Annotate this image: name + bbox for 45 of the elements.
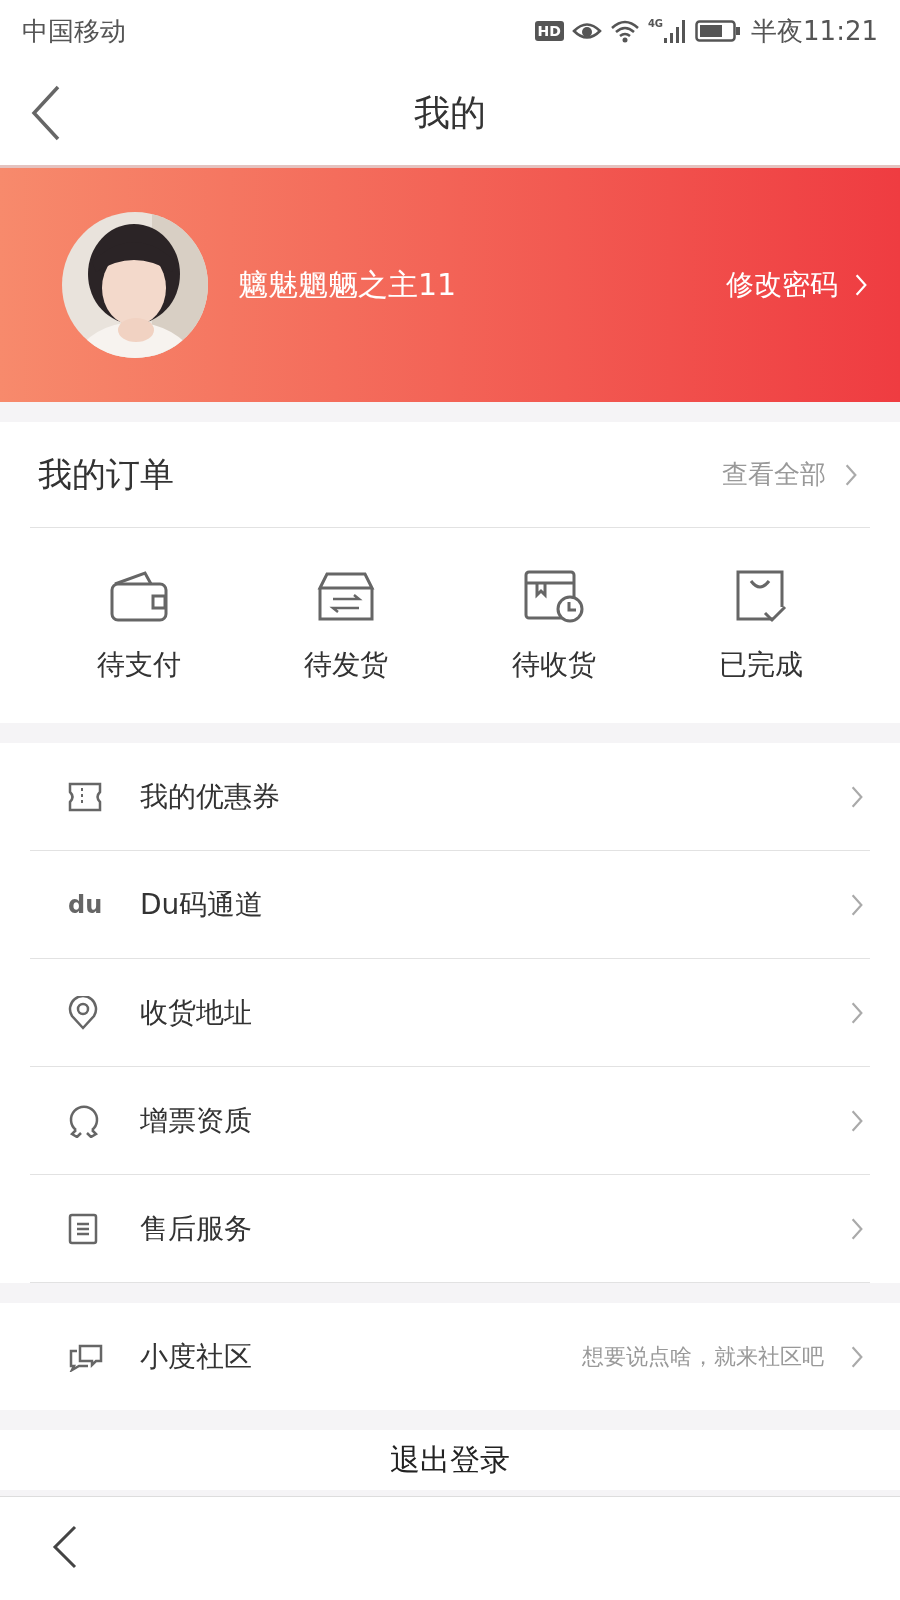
medal-icon [68, 1103, 100, 1138]
ticket-icon [68, 781, 102, 812]
menu-label: 增票资质 [140, 1102, 253, 1139]
du-logo: du [68, 890, 103, 919]
chevron-right-icon [844, 462, 858, 487]
battery-icon [695, 19, 742, 43]
location-pin-icon [68, 995, 98, 1030]
menu-item[interactable]: du Du码通道 [30, 851, 870, 959]
hd-badge: HD [534, 21, 564, 41]
page-title: 我的 [414, 91, 486, 135]
chevron-right-icon [850, 1344, 864, 1369]
package-clock-icon [522, 568, 585, 623]
menu-item[interactable]: 售后服务 [30, 1175, 870, 1283]
chevron-right-icon [850, 1216, 864, 1241]
network-type: 4G [647, 18, 664, 29]
clock-time: 半夜11:21 [751, 14, 878, 48]
document-icon [68, 1212, 98, 1245]
section-title: 我的订单 [37, 452, 174, 496]
change-password-link[interactable]: 修改密码 [726, 266, 874, 304]
username: 魑魅魍魉之主11 [238, 265, 458, 304]
menu-label: 我的优惠券 [140, 778, 281, 815]
hint-text: 想要说点啥，就来社区吧 [582, 1342, 824, 1371]
wifi-icon [609, 19, 640, 43]
bag-check-icon [735, 568, 788, 623]
menu-label: 售后服务 [140, 1210, 253, 1247]
carrier-name: 中国移动 [22, 14, 126, 48]
menu-item[interactable]: 增票资质 [30, 1067, 870, 1175]
order-status-button[interactable]: 已完成 [657, 528, 865, 723]
chevron-right-icon [850, 1000, 864, 1025]
eye-icon [571, 20, 602, 42]
menu-item[interactable]: 收货地址 [30, 959, 870, 1067]
menu-label: Du码通道 [140, 886, 265, 923]
wallet-icon [108, 569, 169, 622]
chevron-right-icon [850, 892, 864, 917]
order-status-button[interactable]: 待发货 [242, 528, 450, 723]
order-status-button[interactable]: 待支付 [35, 528, 243, 723]
menu-label: 收货地址 [140, 994, 253, 1031]
logout-button[interactable]: 退出登录 [390, 1439, 510, 1481]
chevron-right-icon [850, 784, 864, 809]
menu-item[interactable]: 我的优惠券 [30, 743, 870, 851]
menu-label: 小度社区 [140, 1338, 253, 1375]
signal-icon [663, 18, 688, 44]
chevron-right-icon [850, 1108, 864, 1133]
chevron-right-icon [854, 273, 868, 297]
order-status-button[interactable]: 待收货 [450, 528, 658, 723]
